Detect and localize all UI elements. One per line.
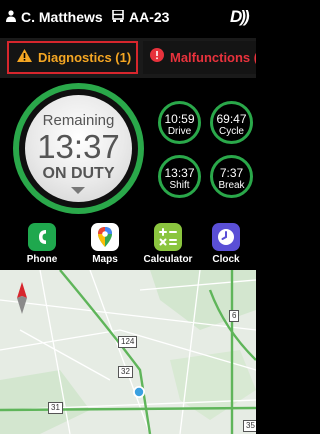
- hours-of-service-panel: Remaining 13:37 ON DUTY 10:59 Drive 69:4…: [0, 80, 256, 216]
- truck-info[interactable]: AA-23: [112, 9, 169, 25]
- break-timer[interactable]: 7:37 Break: [210, 155, 253, 198]
- clock-icon: [212, 223, 240, 251]
- driver-name: C. Matthews: [21, 9, 103, 25]
- phone-app-label: Phone: [26, 254, 58, 265]
- connection-status-icon[interactable]: D)): [230, 7, 250, 27]
- status-header: C. Matthews AA-23 D)): [0, 0, 256, 36]
- remaining-time-dial[interactable]: Remaining 13:37 ON DUTY: [13, 83, 144, 214]
- error-icon: [150, 48, 164, 67]
- calculator-icon: [154, 223, 182, 251]
- break-timer-label: Break: [218, 180, 245, 191]
- driver-info[interactable]: C. Matthews: [6, 9, 103, 25]
- eld-home-screen: C. Matthews AA-23 D)) Diagnostics (1) Ma…: [0, 0, 256, 434]
- malfunctions-label: Malfunctions (1): [170, 50, 256, 65]
- break-timer-value: 7:37: [219, 166, 244, 180]
- maps-app[interactable]: Maps: [77, 223, 133, 265]
- truck-icon: [112, 9, 124, 25]
- route-shield: 6: [229, 310, 240, 322]
- calculator-app-label: Calculator: [143, 254, 193, 265]
- duty-status: ON DUTY: [42, 165, 115, 182]
- remaining-label: Remaining: [42, 112, 115, 129]
- app-shortcuts: Phone Maps Calculator Clock: [0, 218, 256, 268]
- shift-timer[interactable]: 13:37 Shift: [158, 155, 201, 198]
- drive-timer[interactable]: 10:59 Drive: [158, 101, 201, 144]
- route-shield: 35: [243, 420, 256, 432]
- clock-app[interactable]: Clock: [198, 223, 254, 265]
- malfunctions-tab[interactable]: Malfunctions (1): [143, 41, 256, 74]
- diagnostics-tab[interactable]: Diagnostics (1): [7, 41, 138, 74]
- drive-timer-label: Drive: [167, 126, 192, 137]
- alert-tabs: Diagnostics (1) Malfunctions (1): [0, 38, 256, 78]
- route-shield: 124: [118, 336, 138, 348]
- drive-timer-value: 10:59: [164, 112, 195, 126]
- shift-timer-value: 13:37: [164, 166, 195, 180]
- maps-icon: [91, 223, 119, 251]
- clock-app-label: Clock: [212, 254, 240, 265]
- route-shield: 31: [48, 402, 63, 414]
- shift-timer-label: Shift: [169, 180, 190, 191]
- person-icon: [6, 9, 16, 25]
- maps-app-label: Maps: [92, 254, 118, 265]
- map-roads: [0, 270, 256, 434]
- phone-icon: [28, 223, 56, 251]
- cycle-timer[interactable]: 69:47 Cycle: [210, 101, 253, 144]
- cycle-timer-label: Cycle: [218, 126, 244, 137]
- remaining-time: 13:37: [37, 128, 120, 165]
- compass-icon: [17, 282, 27, 298]
- cycle-timer-value: 69:47: [216, 112, 247, 126]
- warning-icon: [17, 48, 32, 67]
- chevron-down-icon[interactable]: [71, 187, 85, 194]
- phone-app[interactable]: Phone: [14, 223, 70, 265]
- calculator-app[interactable]: Calculator: [140, 223, 196, 265]
- route-shield: 32: [118, 366, 133, 378]
- map-view[interactable]: 6 124 32 31 35: [0, 270, 256, 434]
- diagnostics-label: Diagnostics (1): [38, 50, 132, 65]
- truck-id: AA-23: [129, 9, 170, 25]
